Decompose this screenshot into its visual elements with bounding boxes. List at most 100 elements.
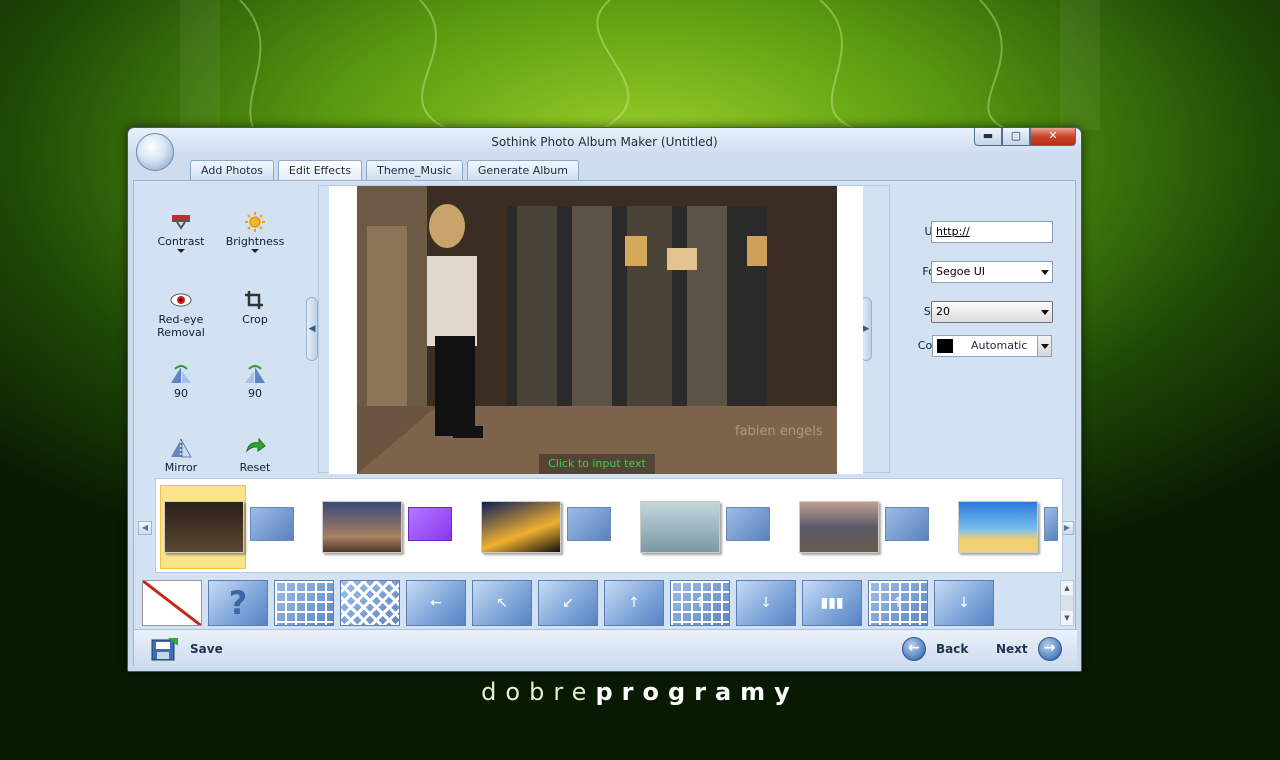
brightness-dropdown-icon[interactable] [251,249,259,253]
dobreprogramy-logo: dobreprogramy [0,678,1280,706]
effect-rise-up[interactable]: ↑ [604,580,664,626]
size-row: Size: 20 [894,301,1074,323]
size-value: 20 [936,305,950,318]
contrast-dropdown-icon[interactable] [177,249,185,253]
reset-icon [246,437,266,453]
photo-watermark: fabien engels [735,424,823,439]
effect-tiles-up[interactable]: ↑ [868,580,928,626]
color-row: Color: Automatic [894,335,1074,357]
thumbnail-photo-6[interactable] [958,501,1038,553]
effect-tiles-down[interactable]: ↓ [934,580,994,626]
red-eye-label: Red-eye Removal [157,313,205,339]
preview-photo: fabien engels Click to input text [357,186,837,474]
color-swatch [937,339,953,353]
app-menu-button[interactable] [136,133,174,171]
previous-photo-button[interactable]: ◀ [306,297,318,361]
back-button[interactable]: ← Back [902,636,968,662]
scroll-up-icon[interactable]: ▲ [1061,581,1073,595]
back-arrow-icon: ← [902,637,926,661]
crop-button[interactable]: Crop [216,289,294,326]
effect-scatter-up-left[interactable]: ↖ [472,580,532,626]
transition-icon-2[interactable] [408,507,452,541]
rotate-right-button[interactable]: 90 [216,363,294,400]
reset-button[interactable]: Reset [216,437,294,474]
size-dropdown-icon[interactable] [1041,310,1049,315]
tool-panel: Contrast Brightness Red-eye Removal Crop… [142,211,302,474]
window-title: Sothink Photo Album Maker (Untitled) [491,135,718,149]
minimize-button[interactable]: ▬ [974,128,1002,146]
effect-slide-left[interactable]: ← [406,580,466,626]
url-input[interactable]: http:// [931,221,1053,243]
font-row: Font: Segoe UI [894,261,1074,283]
rotate-right-icon [245,365,265,383]
effect-grid[interactable] [274,580,334,626]
crop-icon [245,291,263,309]
effect-grid-up[interactable]: ↑ [670,580,730,626]
color-picker[interactable]: Automatic [932,335,1052,357]
tab-add-photos[interactable]: Add Photos [190,160,274,180]
url-row: URL: http:// [894,221,1074,243]
effect-scatter-down-left[interactable]: ↙ [538,580,598,626]
mirror-button[interactable]: Mirror [142,437,220,474]
color-dropdown-button[interactable] [1037,336,1051,356]
tab-generate-album[interactable]: Generate Album [466,160,579,180]
font-value: Segoe UI [936,265,986,278]
rotate-left-label: 90 [174,387,188,400]
transition-icon-5[interactable] [885,507,929,541]
transition-icon-1[interactable] [250,507,294,541]
no-effect-icon [143,581,201,625]
color-dropdown-icon [1041,344,1049,349]
transition-icon-4[interactable] [726,507,770,541]
effect-none[interactable] [142,580,202,626]
effects-scrollbar[interactable]: ▲ ▼ [1060,580,1074,626]
app-window: Sothink Photo Album Maker (Untitled) ▬ ▢… [127,127,1082,672]
contrast-button[interactable]: Contrast [142,211,220,253]
brightness-icon [245,212,265,232]
window-controls: ▬ ▢ ✕ [974,128,1076,146]
size-select[interactable]: 20 [931,301,1053,323]
effect-checker[interactable] [340,580,400,626]
transition-icon-6[interactable] [1044,507,1058,541]
mirror-icon [171,439,192,458]
tab-theme-music[interactable]: Theme_Music [366,160,463,180]
effect-blinds[interactable]: ▮▮▮ [802,580,862,626]
rotate-left-icon [171,365,191,383]
tab-edit-effects[interactable]: Edit Effects [277,160,363,180]
thumbnail-photo-5[interactable] [799,501,879,553]
brightness-label: Brightness [225,235,285,248]
next-label: Next [996,642,1028,656]
scroll-thumb[interactable] [1061,595,1073,611]
transition-icon-3[interactable] [567,507,611,541]
thumbnail-photo-2[interactable] [322,501,402,553]
next-button[interactable]: Next → [996,636,1062,662]
rotate-left-button[interactable]: 90 [142,363,220,400]
save-label: Save [190,642,223,656]
logo-light-text: dobre [481,678,596,706]
effect-random[interactable]: ? [208,580,268,626]
brightness-button[interactable]: Brightness [216,211,294,253]
color-value: Automatic [971,339,1028,352]
maximize-button[interactable]: ▢ [1002,128,1030,146]
save-button[interactable]: Save [150,636,223,662]
mirror-label: Mirror [164,461,198,474]
edit-effects-panel: Contrast Brightness Red-eye Removal Crop… [133,180,1077,667]
caption-input[interactable]: Click to input text [539,454,655,474]
thumbnail-photo-4[interactable] [640,501,720,553]
bottom-bar: Save ← Back Next → [134,629,1077,667]
save-icon [151,638,178,661]
thumbnail-photo-3[interactable] [481,501,561,553]
thumbnail-scroll-left[interactable]: ◀ [138,521,152,535]
thumbnail-photo-1[interactable] [164,501,244,553]
thumbnail-strip [155,478,1063,573]
scroll-down-icon[interactable]: ▼ [1061,611,1073,625]
logo-bold-text: programy [595,678,799,706]
font-dropdown-icon[interactable] [1041,270,1049,275]
reset-label: Reset [239,461,271,474]
contrast-label: Contrast [157,235,205,248]
effect-drop-down[interactable]: ↓ [736,580,796,626]
back-label: Back [936,642,969,656]
font-select[interactable]: Segoe UI [931,261,1053,283]
close-button[interactable]: ✕ [1030,128,1076,146]
rotate-right-label: 90 [248,387,262,400]
red-eye-removal-button[interactable]: Red-eye Removal [142,289,220,339]
